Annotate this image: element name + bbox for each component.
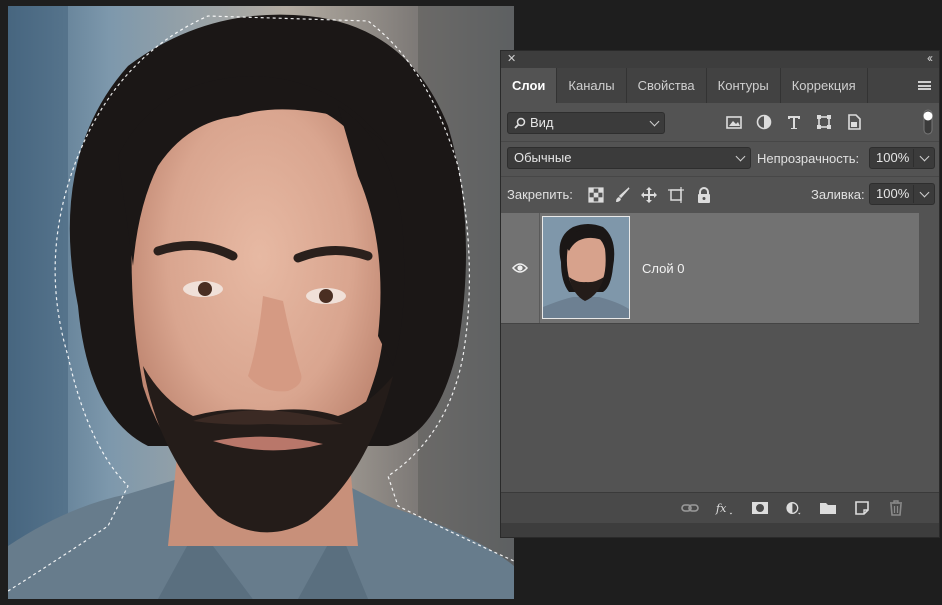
opacity-label: Непрозрачность:: [757, 151, 860, 166]
lock-artboard-icon[interactable]: [667, 186, 685, 204]
blend-row: Обычные Непрозрачность: 100%: [501, 142, 939, 177]
lock-transparent-icon[interactable]: [587, 186, 605, 204]
mask-icon[interactable]: [751, 499, 769, 517]
panel-title-bar: ✕ ‹‹: [501, 51, 939, 68]
blend-mode-value: Обычные: [514, 150, 572, 165]
lock-move-icon[interactable]: [640, 186, 658, 204]
filter-kind-label: Вид: [530, 115, 554, 130]
search-icon: [514, 117, 526, 129]
lock-all-icon[interactable]: [695, 186, 713, 204]
tab-layers[interactable]: Слои: [501, 68, 558, 103]
tab-channels[interactable]: Каналы: [557, 68, 627, 103]
fill-field[interactable]: 100%: [869, 183, 935, 205]
chevron-down-icon[interactable]: [919, 151, 930, 162]
eye-icon: [512, 263, 528, 273]
fx-icon[interactable]: fx: [715, 499, 733, 517]
filter-adjustment-icon[interactable]: [755, 113, 773, 131]
document-canvas[interactable]: [8, 6, 514, 599]
visibility-toggle[interactable]: [501, 213, 540, 323]
trash-icon[interactable]: [887, 499, 905, 517]
tab-adjustments[interactable]: Коррекция: [781, 68, 868, 103]
filter-smartobject-icon[interactable]: [845, 113, 863, 131]
folder-icon[interactable]: [819, 499, 837, 517]
blend-mode-dropdown[interactable]: Обычные: [507, 147, 751, 169]
chevron-down-icon: [735, 151, 746, 162]
filter-pixel-icon[interactable]: [725, 113, 743, 131]
layer-row[interactable]: Слой 0: [501, 213, 919, 324]
portrait-photo: [8, 6, 514, 599]
layers-bottom-toolbar: fx: [501, 492, 939, 523]
opacity-field[interactable]: 100%: [869, 147, 935, 169]
lock-brush-icon[interactable]: [613, 186, 631, 204]
chevron-down-icon[interactable]: [919, 187, 930, 198]
lock-row: Закрепить: Заливка: 100%: [501, 177, 939, 214]
adjustment-layer-icon[interactable]: [785, 499, 803, 517]
layers-list: Слой 0: [501, 213, 939, 493]
link-icon[interactable]: [681, 499, 699, 517]
tab-properties[interactable]: Свойства: [627, 68, 707, 103]
fill-value: 100%: [876, 186, 910, 201]
filter-toggle-icon[interactable]: [921, 108, 935, 136]
opacity-value: 100%: [876, 150, 910, 165]
panel-footer: [501, 523, 939, 537]
close-icon[interactable]: ✕: [507, 52, 516, 65]
collapse-icon[interactable]: ‹‹: [927, 51, 933, 65]
tab-paths[interactable]: Контуры: [707, 68, 781, 103]
filter-kind-dropdown[interactable]: Вид: [507, 112, 665, 134]
panel-tabs: Слои Каналы Свойства Контуры Коррекция: [501, 68, 939, 103]
filter-shape-icon[interactable]: [815, 113, 833, 131]
layer-thumbnail-image: [543, 217, 629, 318]
panel-menu-icon[interactable]: [918, 81, 931, 90]
svg-text:fx: fx: [715, 501, 727, 515]
layer-thumbnail[interactable]: [542, 216, 630, 319]
layers-panel: ✕ ‹‹ Слои Каналы Свойства Контуры Коррек…: [500, 50, 940, 538]
filter-type-icon[interactable]: [785, 113, 803, 131]
new-layer-icon[interactable]: [853, 499, 871, 517]
lock-label: Закрепить:: [507, 187, 573, 202]
layer-name[interactable]: Слой 0: [642, 261, 684, 276]
chevron-down-icon: [649, 116, 660, 127]
filter-row: Вид: [501, 103, 939, 142]
fill-label: Заливка:: [811, 187, 865, 202]
